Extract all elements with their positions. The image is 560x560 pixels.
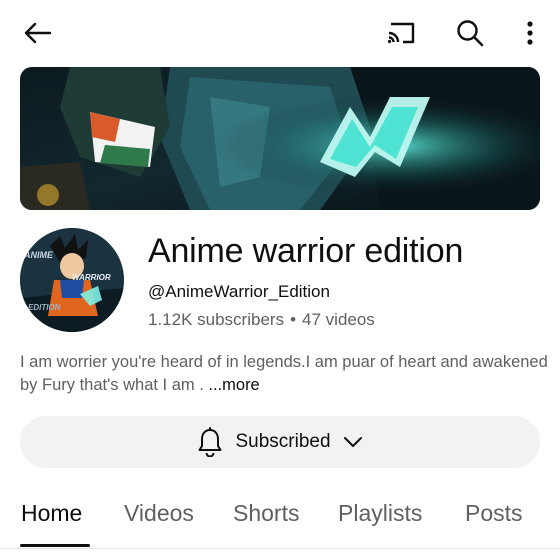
subscribed-label: Subscribed	[235, 431, 331, 452]
tab-home[interactable]: Home	[21, 500, 82, 527]
stats-separator: •	[290, 310, 297, 329]
more-link[interactable]: ...more	[208, 376, 259, 394]
back-arrow-icon	[24, 22, 52, 44]
channel-handle: @AnimeWarrior_Edition	[148, 282, 330, 301]
bell-icon	[198, 427, 222, 457]
chevron-down-icon	[343, 437, 362, 447]
subscribed-button[interactable]: Subscribed	[20, 416, 540, 468]
subscriber-count: 1.12K subscribers	[148, 310, 285, 329]
tab-videos[interactable]: Videos	[124, 500, 194, 527]
tab-posts[interactable]: Posts	[465, 500, 523, 527]
channel-title: Anime warrior edition	[148, 232, 464, 270]
channel-stats: 1.12K subscribers • 47 videos	[148, 310, 375, 330]
cast-icon	[387, 22, 415, 44]
avatar-text-warrior: WARRIOR	[72, 273, 111, 282]
more-vert-icon	[527, 21, 533, 45]
channel-avatar[interactable]: ANIME WARRIOR EDITION	[20, 228, 124, 332]
back-button[interactable]	[17, 13, 57, 53]
search-button[interactable]	[450, 13, 490, 53]
tab-playlists[interactable]: Playlists	[338, 500, 422, 527]
cast-button[interactable]	[381, 13, 421, 53]
tabs-divider	[0, 548, 560, 549]
tab-shorts[interactable]: Shorts	[233, 500, 299, 527]
top-app-bar	[0, 0, 560, 64]
description-text: I am worrier you're heard of in legends.…	[20, 353, 548, 394]
more-options-button[interactable]	[510, 13, 550, 53]
search-icon	[457, 20, 484, 47]
channel-tabs: Home Videos Shorts Playlists Posts	[0, 490, 560, 550]
active-tab-indicator	[20, 544, 90, 547]
video-count: 47 videos	[302, 310, 375, 329]
channel-banner	[20, 67, 540, 210]
banner-artwork	[20, 67, 540, 210]
avatar-text-edition: EDITION	[28, 303, 61, 312]
avatar-text-anime: ANIME	[23, 250, 54, 260]
channel-description[interactable]: I am worrier you're heard of in legends.…	[20, 351, 550, 397]
avatar-artwork: ANIME WARRIOR EDITION	[20, 228, 124, 332]
